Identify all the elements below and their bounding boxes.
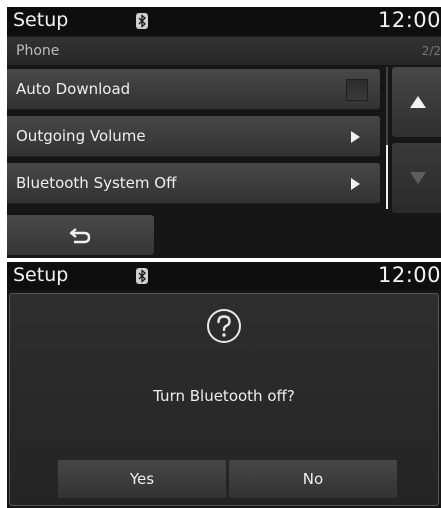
- status-bar: Setup 12:00: [7, 262, 441, 290]
- setup-phone-screen: Setup 12:00 Phone 2/2 Auto Download Outg…: [7, 7, 441, 258]
- arrow-up-icon: [410, 96, 426, 108]
- back-button[interactable]: [7, 215, 154, 255]
- scrollbar[interactable]: [386, 67, 388, 209]
- bluetooth-off-confirm-screen: Setup 12:00 Turn Bluetooth off? Yes No: [7, 262, 441, 508]
- bluetooth-icon: [136, 268, 148, 284]
- status-clock: 12:00: [377, 8, 441, 32]
- dialog-message: Turn Bluetooth off?: [153, 387, 295, 405]
- arrow-right-icon: [351, 131, 360, 143]
- no-button[interactable]: No: [229, 460, 397, 498]
- item-label: Bluetooth System Off: [16, 174, 177, 192]
- list-item-bluetooth-system-off[interactable]: Bluetooth System Off: [7, 163, 380, 204]
- item-label: Outgoing Volume: [16, 127, 146, 145]
- status-clock: 12:00: [377, 263, 441, 287]
- back-arrow-icon: [69, 228, 91, 244]
- status-title: Setup: [13, 9, 69, 31]
- bluetooth-icon: [136, 13, 148, 29]
- scroll-down-button[interactable]: [392, 143, 441, 213]
- scroll-up-button[interactable]: [392, 67, 441, 137]
- arrow-down-icon: [410, 172, 426, 184]
- yes-button[interactable]: Yes: [58, 460, 226, 498]
- subheader-title: Phone: [16, 43, 60, 59]
- list-item-auto-download[interactable]: Auto Download: [7, 69, 380, 110]
- auto-download-checkbox[interactable]: [346, 79, 368, 101]
- list-item-outgoing-volume[interactable]: Outgoing Volume: [7, 116, 380, 157]
- question-icon: [207, 309, 241, 343]
- confirm-dialog: Turn Bluetooth off? Yes No: [9, 293, 439, 506]
- page-indicator: 2/2: [421, 44, 441, 58]
- status-title: Setup: [13, 264, 69, 286]
- scrollbar-thumb[interactable]: [386, 145, 388, 209]
- arrow-right-icon: [351, 178, 360, 190]
- status-bar: Setup 12:00: [7, 7, 441, 35]
- item-label: Auto Download: [16, 80, 131, 98]
- subheader: Phone 2/2: [7, 37, 441, 65]
